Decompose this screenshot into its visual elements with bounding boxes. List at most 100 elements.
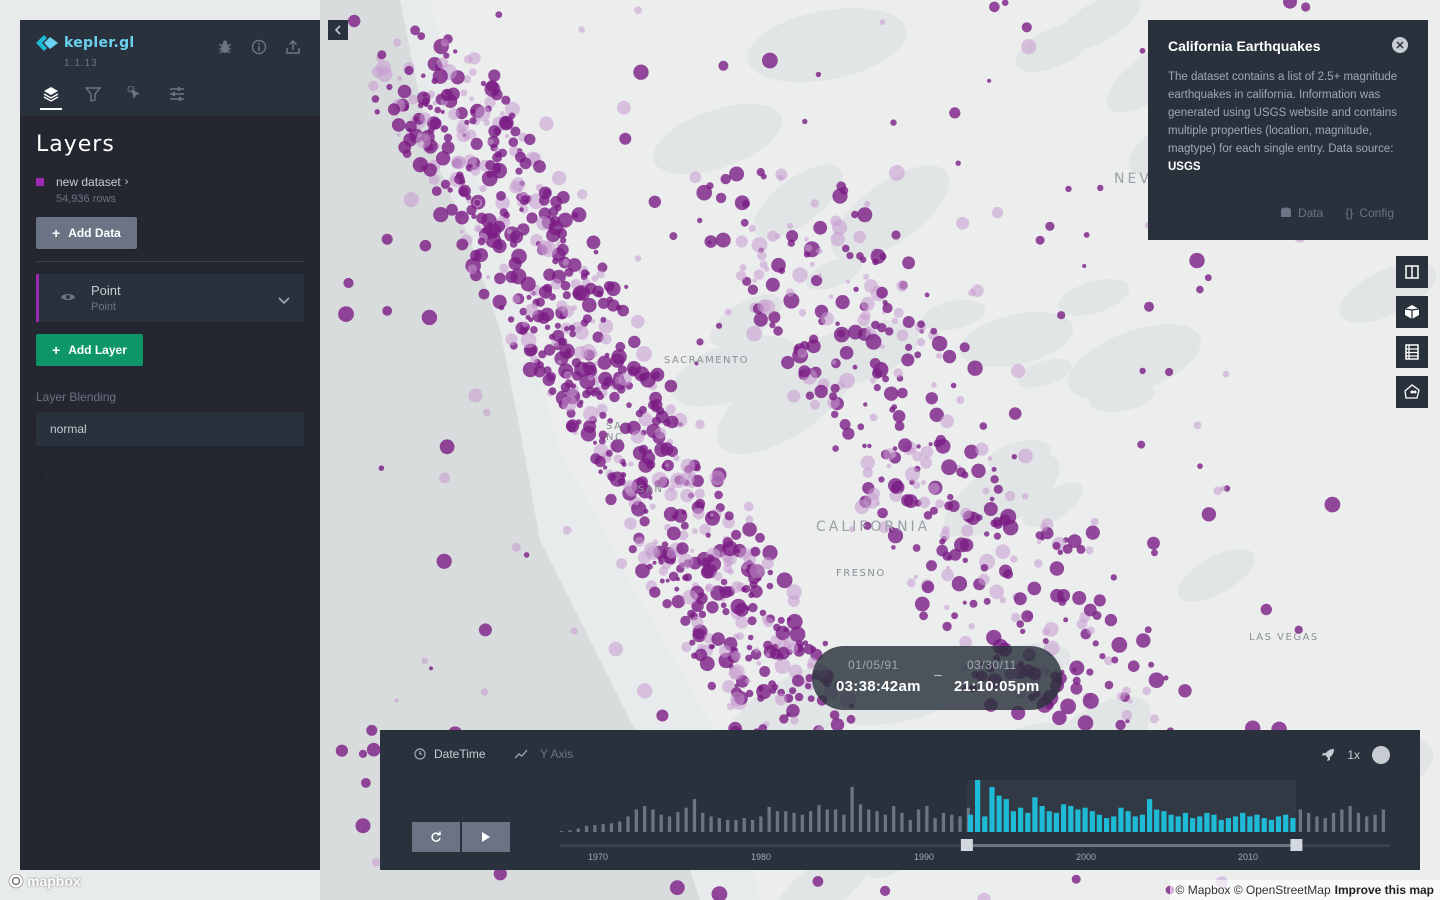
info-card-description: The dataset contains a list of 2.5+ magn… [1168,71,1398,173]
time-histogram[interactable] [560,775,1390,855]
earthquake-point [1077,715,1094,731]
earthquake-point [947,555,953,561]
earthquake-point [348,14,361,28]
range-handle-start[interactable] [960,839,973,851]
earthquake-point [891,230,901,240]
layer-blending-select[interactable]: normal [36,412,304,446]
tick-label: 2000 [1076,852,1097,862]
earthquake-point [993,484,1003,494]
usgs-link[interactable]: USGS [1168,161,1201,173]
earthquake-point [624,517,637,530]
earthquake-point [987,78,992,83]
earthquake-point [902,256,915,270]
3d-map-button[interactable] [1396,296,1428,328]
layer-card-point[interactable]: Point Point [36,274,304,322]
histogram-bar-selected [1268,819,1274,832]
earthquake-point [507,316,515,323]
split-map-button[interactable] [1396,256,1428,288]
earthquake-point [744,677,751,684]
earthquake-point [802,118,808,125]
earthquake-point [912,481,921,489]
bug-icon[interactable] [214,36,236,58]
histogram-bar [792,812,796,832]
info-icon[interactable] [248,36,270,58]
earthquake-point [1057,549,1064,555]
data-button[interactable]: Data [1280,206,1323,220]
y-axis-selector[interactable]: Y Axis [514,747,573,761]
earthquake-point [639,516,650,527]
earthquake-point [990,475,999,484]
earthquake-point [886,463,892,469]
plus-icon: + [52,342,61,358]
earthquake-point [358,749,368,759]
earthquake-point [862,467,873,478]
earthquake-point [526,212,538,224]
draw-polygon-button[interactable] [1396,376,1428,408]
histogram-bar [626,816,630,832]
earthquake-point [631,314,645,329]
earthquake-point [991,206,1004,219]
earthquake-point [477,237,486,246]
mapbox-logo[interactable]: mapbox [8,873,81,889]
legend-button[interactable] [1396,336,1428,368]
layers-tab[interactable] [40,86,62,110]
close-icon[interactable] [1392,37,1408,53]
earthquake-point [585,282,597,295]
earthquake-point [416,91,431,105]
timeline-settings-icon[interactable] [1372,746,1390,764]
earthquake-point [604,352,610,358]
eye-icon[interactable] [61,289,77,307]
collapse-sidebar-button[interactable] [328,20,348,40]
earthquake-point [1005,490,1016,502]
earthquake-point [956,396,965,404]
add-data-button[interactable]: + Add Data [36,217,137,249]
histogram-bar-selected [1161,811,1167,832]
config-button[interactable]: {} Config [1345,206,1394,220]
play-button[interactable] [462,822,510,852]
histogram-bar [842,814,846,832]
filters-tab[interactable] [82,86,104,110]
earthquake-point [669,232,678,241]
histogram-bar [925,806,929,832]
share-icon[interactable] [282,36,304,58]
selection-window [966,780,1297,832]
improve-map-link[interactable]: Improve this map [1335,883,1434,897]
datetime-field-selector[interactable]: DateTime [414,747,486,761]
reset-button[interactable] [412,822,460,852]
chevron-left-icon [334,25,341,35]
earthquake-point [714,490,723,500]
layer-type: Point [91,301,117,313]
map-label-san-francisco: SA NC [606,421,624,443]
earthquake-point [1011,363,1026,378]
earthquake-point [486,170,494,179]
attribution-text[interactable]: © Mapbox © OpenStreetMap [1176,883,1331,897]
earthquake-point [499,111,505,117]
add-layer-button[interactable]: + Add Layer [36,334,143,366]
earthquake-point [746,325,762,342]
dataset-item[interactable]: new dataset › [36,175,304,189]
earthquake-point [623,480,637,494]
range-handle-end[interactable] [1290,839,1303,851]
interactions-tab[interactable] [124,86,146,110]
layers-icon [43,87,59,102]
earthquake-point [487,223,502,237]
earthquake-point [975,442,989,456]
earthquake-point [361,778,371,788]
earthquake-point [520,332,537,349]
map-label-fresno: FRESNO [836,568,886,579]
earthquake-point [551,170,567,186]
earthquake-point [510,230,523,244]
earthquake-point [707,240,712,245]
earthquake-point [797,348,808,358]
kepler-logo[interactable]: kepler.gl [36,34,135,52]
cursor-icon [127,86,140,99]
earthquake-point [680,615,691,627]
end-time: 21:10:05pm [954,678,1040,695]
playback-speed[interactable]: 1x [1321,746,1390,764]
earthquake-point [896,280,908,292]
map-style-tab[interactable] [166,86,188,110]
earthquake-point [691,616,704,629]
chevron-down-icon[interactable] [278,292,290,310]
earthquake-point [694,488,705,499]
histogram-bar-selected [1075,809,1081,832]
